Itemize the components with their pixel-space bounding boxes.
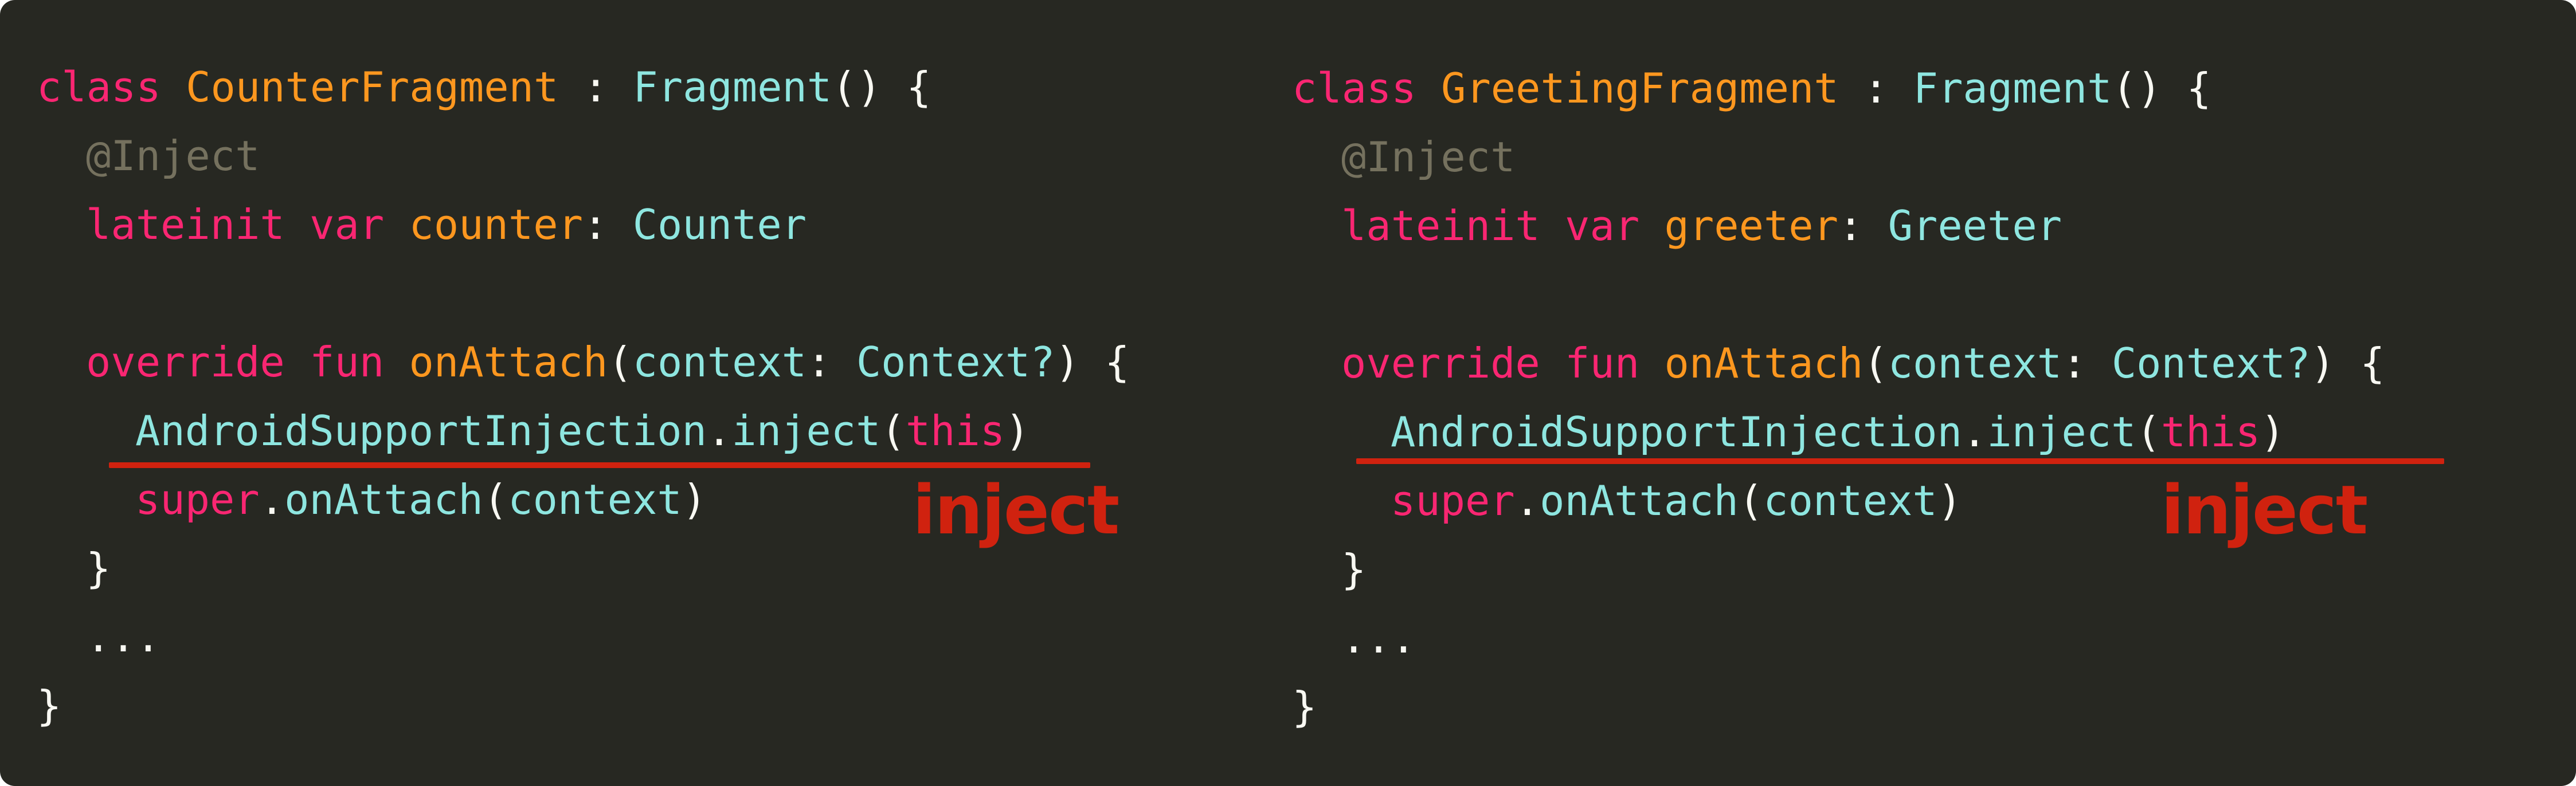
keyword-var: var	[310, 201, 385, 249]
left-code-panel: class CounterFragment : Fragment() { @In…	[0, 0, 1284, 786]
class-brace: () {	[2112, 64, 2211, 112]
inject-underline	[1356, 458, 2444, 464]
property-colon: :	[582, 201, 633, 249]
ellipsis-line: ...	[1341, 614, 1416, 662]
property-colon: :	[1838, 202, 1888, 250]
paren-open: (	[2136, 408, 2161, 456]
this-argument: this	[2160, 408, 2261, 456]
param-colon: :	[2062, 339, 2112, 387]
keyword-override: override	[86, 338, 285, 386]
class-brace: () {	[832, 63, 931, 111]
function-name: onAttach	[409, 338, 608, 386]
param-name: context	[632, 338, 807, 386]
keyword-fun: fun	[310, 338, 385, 386]
paren-open: (	[880, 407, 906, 455]
right-code-panel: class GreetingFragment : Fragment() { @I…	[1254, 0, 2538, 786]
base-class: Fragment	[1913, 64, 2112, 112]
paren-open: (	[1863, 339, 1888, 387]
property-type: Greeter	[1888, 202, 2062, 250]
override-line: override fun onAttach(context: Context?)…	[1341, 335, 2385, 392]
colon-separator: :	[558, 63, 633, 111]
inject-method: inject	[1987, 408, 2136, 456]
keyword-override: override	[1341, 339, 1540, 387]
class-declaration-line: class CounterFragment : Fragment() {	[37, 58, 931, 116]
function-name: onAttach	[1664, 339, 1864, 387]
colon-separator: :	[1838, 64, 1913, 112]
property-line: lateinit var greeter: Greeter	[1341, 197, 2062, 254]
keyword-fun: fun	[1565, 339, 1640, 387]
paren-open: (	[608, 338, 633, 386]
context-argument: context	[508, 475, 682, 524]
dot: .	[259, 475, 285, 524]
super-method: onAttach	[1540, 477, 1739, 525]
param-name: context	[1888, 339, 2062, 387]
inject-underline	[109, 462, 1090, 468]
class-close-brace: }	[1292, 683, 1317, 731]
keyword-super: super	[1391, 477, 1515, 525]
param-colon: :	[807, 338, 856, 386]
class-name: GreetingFragment	[1441, 64, 1839, 112]
super-call-line: super.onAttach(context)	[135, 471, 707, 528]
paren-close: )	[1005, 407, 1030, 455]
method-close-brace: }	[1341, 545, 1367, 594]
ellipsis-line: ...	[86, 613, 161, 661]
paren-open: (	[483, 475, 508, 524]
keyword-var: var	[1565, 202, 1640, 250]
paren-close: )	[2260, 408, 2285, 456]
property-name: counter	[409, 201, 583, 249]
annotation-line: @Inject	[86, 127, 260, 184]
paren-close: ) {	[2310, 339, 2385, 387]
property-type: Counter	[632, 201, 807, 249]
property-line: lateinit var counter: Counter	[86, 196, 807, 253]
inject-annotation: @Inject	[1341, 133, 1516, 181]
param-type: Context?	[2111, 339, 2311, 387]
class-declaration-line: class GreetingFragment : Fragment() {	[1292, 60, 2211, 117]
inject-annotation: @Inject	[86, 132, 260, 180]
injection-object: AndroidSupportInjection	[135, 407, 707, 455]
paren-close: ) {	[1055, 338, 1130, 386]
keyword-super: super	[135, 475, 260, 524]
class-close-brace: }	[37, 682, 62, 730]
keyword-lateinit: lateinit	[1341, 202, 1540, 250]
method-close-brace: }	[86, 544, 111, 592]
paren-open: (	[1738, 477, 1764, 525]
code-comparison-canvas: class CounterFragment : Fragment() { @In…	[0, 0, 2576, 786]
property-name: greeter	[1664, 202, 1838, 250]
keyword: class	[37, 63, 161, 111]
class-name: CounterFragment	[186, 63, 559, 111]
dot: .	[1962, 408, 1987, 456]
override-line: override fun onAttach(context: Context?)…	[86, 333, 1130, 391]
paren-close: )	[1937, 477, 1963, 525]
super-call-line: super.onAttach(context)	[1391, 472, 1962, 529]
super-method: onAttach	[284, 475, 483, 524]
injection-object: AndroidSupportInjection	[1391, 408, 1962, 456]
inject-call-line: AndroidSupportInjection.inject(this)	[135, 402, 1030, 459]
this-argument: this	[905, 407, 1005, 455]
inject-method: inject	[731, 407, 881, 455]
dot: .	[1514, 477, 1540, 525]
inject-call-line: AndroidSupportInjection.inject(this)	[1391, 403, 2285, 461]
annotation-line: @Inject	[1341, 128, 1515, 186]
inject-label: inject	[2161, 470, 2368, 549]
inject-label: inject	[913, 470, 1119, 549]
base-class: Fragment	[633, 63, 832, 111]
keyword: class	[1292, 64, 1416, 112]
dot: .	[707, 407, 732, 455]
paren-close: )	[682, 475, 707, 524]
param-type: Context?	[856, 338, 1055, 386]
keyword-lateinit: lateinit	[86, 201, 285, 249]
context-argument: context	[1763, 477, 1937, 525]
